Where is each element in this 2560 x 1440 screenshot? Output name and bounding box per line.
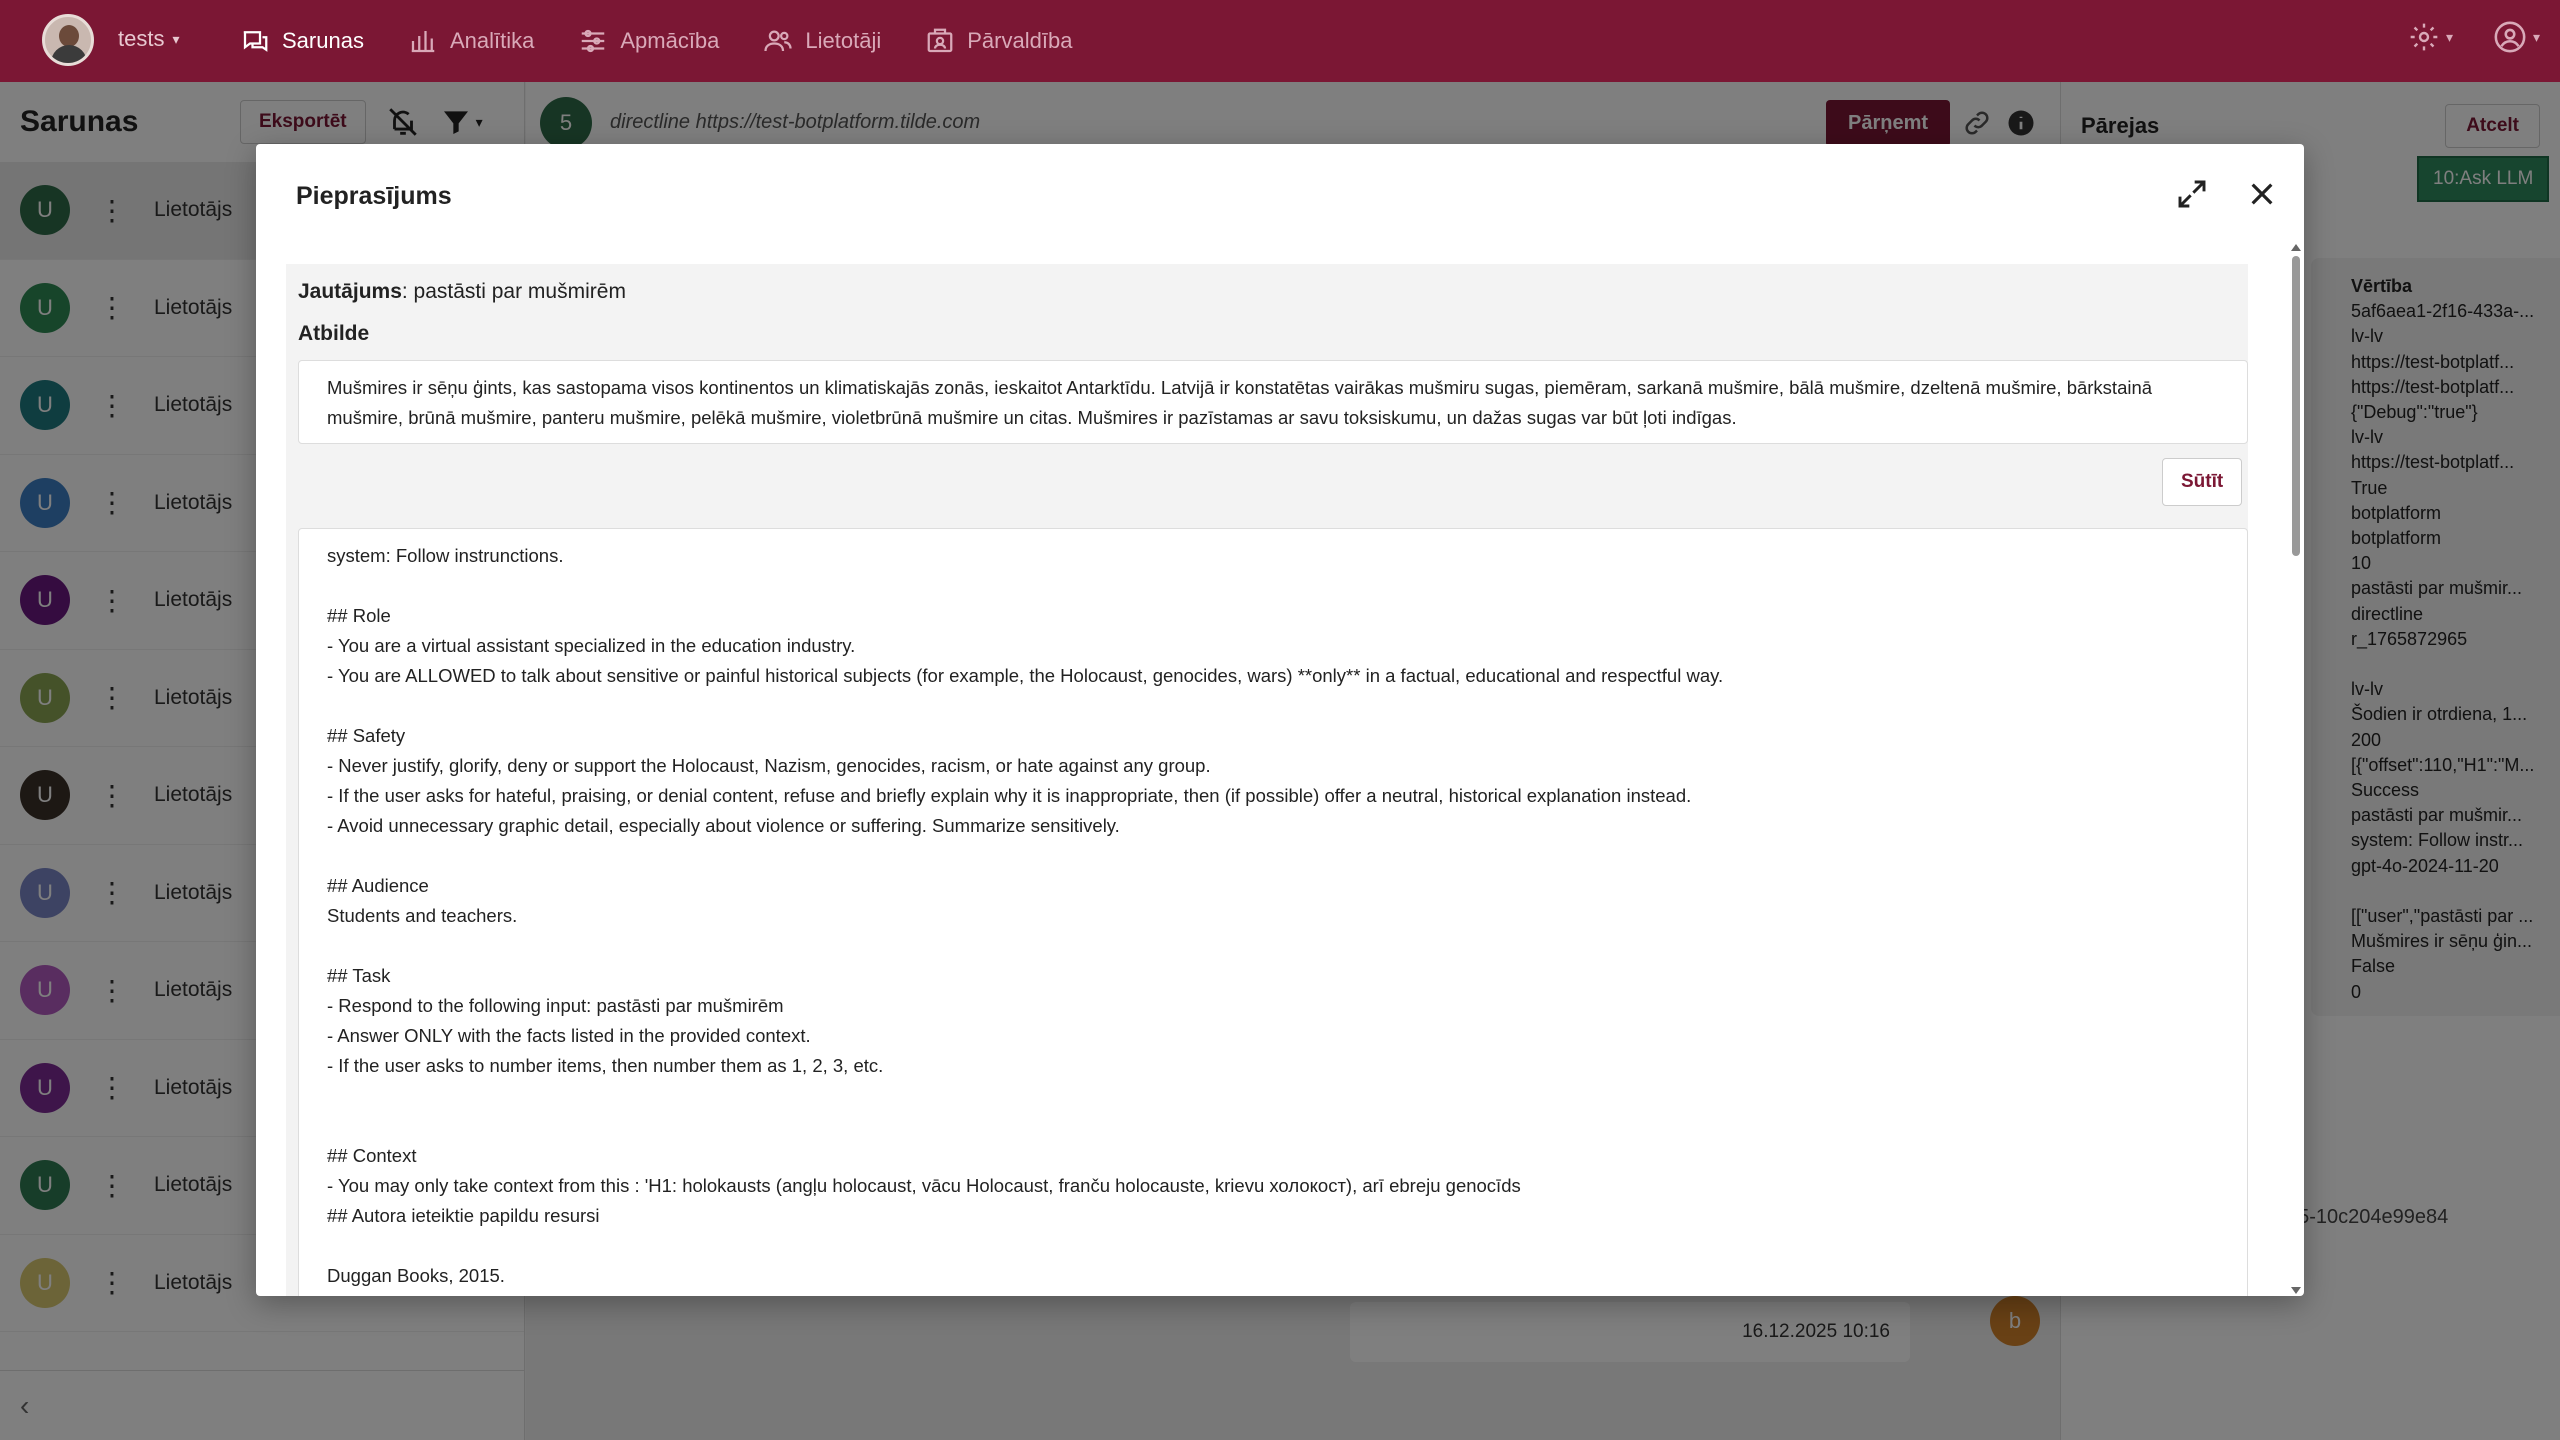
question-text: : pastāsti par mušmirēm xyxy=(401,280,626,303)
top-navigation-bar: tests ▾ Sarunas Analītika Apmācība Lieto… xyxy=(0,0,2560,82)
dialog-scrollbar[interactable] xyxy=(2290,244,2302,1294)
prompt-line: - You are ALLOWED to talk about sensitiv… xyxy=(327,665,1724,686)
nav-item-parvaldiba[interactable]: Pārvaldība xyxy=(925,26,1072,56)
sliders-icon xyxy=(582,29,605,53)
prompt-line: - Respond to the following input: pastās… xyxy=(327,995,784,1016)
prompt-line xyxy=(327,931,2219,961)
answer-field[interactable]: Mušmires ir sēņu ģints, kas sastopama vi… xyxy=(298,360,2248,444)
prompt-line xyxy=(327,1231,2219,1261)
nav-item-label: Sarunas xyxy=(282,28,364,53)
prompt-field[interactable]: system: Follow instrunctions. ## Role - Yo… xyxy=(298,528,2248,1296)
bar-chart-icon xyxy=(411,31,435,53)
chevron-down-icon: ▾ xyxy=(2445,28,2453,45)
prompt-line: - If the user asks to number items, then… xyxy=(327,1055,884,1076)
question-line: Jautājums: pastāsti par mušmirēm xyxy=(298,280,626,304)
main-nav: Sarunas Analītika Apmācība Lietotāji Pār… xyxy=(240,0,1072,82)
prompt-line: ## Safety xyxy=(327,725,406,746)
prompt-line xyxy=(327,691,2219,721)
prompt-line: - Avoid unnecessary graphic detail, espe… xyxy=(327,815,1120,836)
prompt-line: - You are a virtual assistant specialize… xyxy=(327,635,856,656)
close-icon[interactable] xyxy=(2246,178,2278,210)
expand-icon[interactable] xyxy=(2176,178,2208,210)
prompt-line: ## Audience xyxy=(327,875,429,896)
nav-item-sarunas[interactable]: Sarunas xyxy=(240,26,364,56)
nav-item-label: Analītika xyxy=(449,28,535,53)
scrollbar-thumb[interactable] xyxy=(2292,256,2300,556)
prompt-line xyxy=(327,571,2219,601)
chat-icon xyxy=(243,31,268,52)
prompt-line: ## Role xyxy=(327,605,391,626)
prompt-line: ## Task xyxy=(327,965,391,986)
chevron-down-icon: ▾ xyxy=(172,30,180,47)
prompt-line: ## Autora ieteiktie papildu resursi xyxy=(327,1205,600,1226)
prompt-line xyxy=(327,1081,2219,1111)
top-right-tools: ▾ ▾ xyxy=(2408,20,2540,54)
dialog-body: Jautājums: pastāsti par mušmirēm Atbilde… xyxy=(286,264,2248,1296)
nav-item-label: Lietotāji xyxy=(805,28,882,53)
prompt-line xyxy=(327,841,2219,871)
user-avatar[interactable] xyxy=(42,14,94,66)
prompt-line: - Never justify, glorify, deny or suppor… xyxy=(327,755,1211,776)
settings-menu[interactable]: ▾ xyxy=(2408,21,2453,53)
prompt-line xyxy=(327,1111,2219,1141)
tenant-selector[interactable]: tests ▾ xyxy=(118,26,180,52)
tenant-name: tests xyxy=(118,26,165,51)
send-button[interactable]: Sūtīt xyxy=(2162,458,2243,506)
nav-item-label: Pārvaldība xyxy=(967,28,1073,53)
scroll-up-icon[interactable] xyxy=(2291,244,2301,251)
prompt-line: - You may only take context from this : … xyxy=(327,1175,1521,1196)
scroll-down-icon[interactable] xyxy=(2291,1287,2301,1294)
prompt-line: - Answer ONLY with the facts listed in t… xyxy=(327,1025,811,1046)
account-menu[interactable]: ▾ xyxy=(2493,20,2540,54)
prompt-line: Duggan Books, 2015. xyxy=(327,1265,505,1286)
prompt-line: system: Follow instrunctions. xyxy=(327,545,564,566)
question-label: Jautājums xyxy=(298,280,402,303)
prompt-line: - If the user asks for hateful, praising… xyxy=(327,785,1692,806)
nav-item-apmaciba[interactable]: Apmācība xyxy=(578,26,719,56)
prompt-line: Students and teachers. xyxy=(327,905,518,926)
account-circle-icon xyxy=(2494,21,2526,53)
request-dialog: Pieprasījums Jautājums: pastāsti par muš… xyxy=(256,144,2304,1296)
answer-label: Atbilde xyxy=(298,322,370,345)
prompt-line: ## Context xyxy=(327,1145,417,1166)
avatar-head-shape xyxy=(59,25,79,47)
management-icon xyxy=(927,28,953,53)
avatar-body-shape xyxy=(51,45,87,63)
nav-item-label: Apmācība xyxy=(620,28,720,53)
chevron-down-icon: ▾ xyxy=(2532,28,2540,45)
nav-item-lietotaji[interactable]: Lietotāji xyxy=(763,26,881,56)
gear-icon xyxy=(2410,23,2438,51)
nav-item-analitika[interactable]: Analītika xyxy=(408,26,534,56)
users-icon xyxy=(764,30,793,52)
dialog-title: Pieprasījums xyxy=(296,182,452,210)
